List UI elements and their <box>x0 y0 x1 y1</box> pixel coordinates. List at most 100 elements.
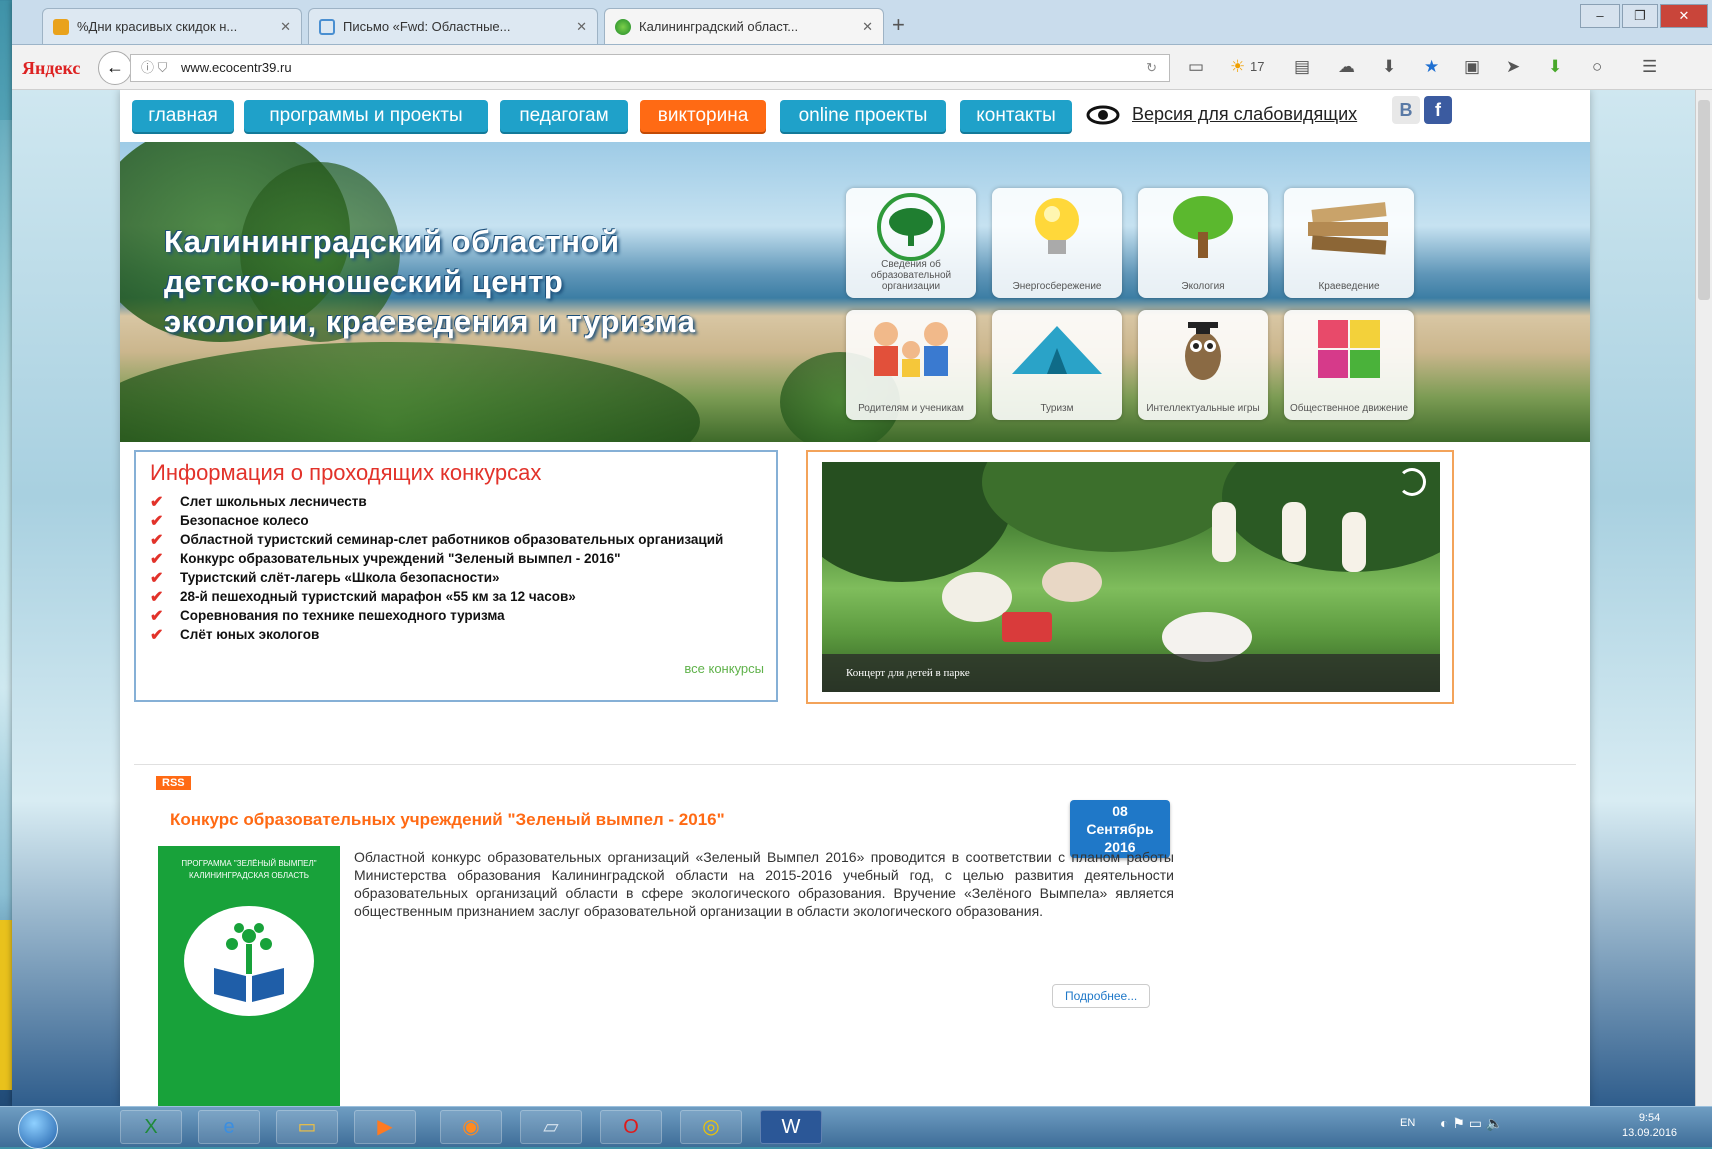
tile-caption: Общественное движение <box>1289 403 1409 414</box>
browser-tab-1[interactable]: %Дни красивых скидок н... ✕ <box>42 8 302 44</box>
start-button-icon[interactable] <box>18 1109 58 1149</box>
news-image[interactable]: ПРОГРАММА "ЗЕЛЁНЫЙ ВЫМПЕЛ" КАЛИНИНГРАДСК… <box>158 846 340 1106</box>
file-explorer-icon[interactable]: ▭ <box>276 1110 338 1144</box>
excel-icon[interactable]: X <box>120 1110 182 1144</box>
scrollbar-thumb[interactable] <box>1698 100 1710 300</box>
new-tab-icon[interactable]: + <box>892 12 905 38</box>
check-icon: ✔ <box>150 551 164 568</box>
tab-favicon-icon <box>319 18 335 35</box>
menu-quiz[interactable]: викторина <box>640 100 766 132</box>
lightbulb-icon <box>1035 198 1079 254</box>
menu-home[interactable]: главная <box>132 100 234 132</box>
site-menu: главная программы и проекты педагогам ви… <box>120 90 1590 142</box>
back-arrow-icon[interactable]: ← <box>98 51 132 85</box>
browser-tab-2[interactable]: Письмо «Fwd: Областные... ✕ <box>308 8 598 44</box>
scrollbar[interactable] <box>1695 90 1712 1106</box>
chat-icon[interactable]: ○ <box>1592 57 1602 77</box>
sun-weather-icon[interactable]: ☀ <box>1230 57 1245 77</box>
contest-item[interactable]: ✔ 28-й пешеходный туристский марафон «55 … <box>150 587 760 606</box>
banner-title-line: детско-юношеский центр <box>164 264 564 299</box>
download-icon[interactable]: ⬇ <box>1382 57 1396 77</box>
contest-title: Областной туристский семинар-слет работн… <box>180 532 724 547</box>
cloud-icon[interactable]: ☁ <box>1338 57 1355 77</box>
date-month: Сентябрь <box>1086 821 1154 837</box>
contest-item[interactable]: ✔ Туристский слёт-лагерь «Школа безопасно… <box>150 568 760 587</box>
green-pennant-logo-icon <box>184 906 314 1016</box>
notes-icon[interactable]: ▱ <box>520 1110 582 1144</box>
tile-parents-students[interactable]: Родителям и ученикам <box>846 310 976 420</box>
eye-icon[interactable] <box>1086 104 1120 126</box>
reader-icon[interactable]: ▤ <box>1294 57 1310 77</box>
contest-item[interactable]: ✔ Слёт юных экологов <box>150 625 760 644</box>
media-player-icon[interactable]: ▶ <box>354 1110 416 1144</box>
tab-favicon-icon <box>53 18 69 35</box>
maximize-button[interactable]: ❐ <box>1622 4 1658 28</box>
all-contests-link[interactable]: все конкурсы <box>684 661 764 676</box>
accessibility-link[interactable]: Версия для слабовидящих <box>1132 104 1357 125</box>
photo-slider: Концерт для детей в парке <box>806 450 1454 704</box>
date-day: 08 <box>1112 803 1128 819</box>
contest-item[interactable]: ✔ Безопасное колесо <box>150 511 760 530</box>
address-bar[interactable]: ⓘ ⛉ www.ecocentr39.ru ↻ <box>130 54 1170 82</box>
firefox-icon[interactable]: ◉ <box>440 1110 502 1144</box>
language-indicator[interactable]: EN <box>1400 1117 1415 1129</box>
check-icon: ✔ <box>150 608 164 625</box>
tile-public-movement[interactable]: Общественное движение <box>1284 310 1414 420</box>
screenshot-icon[interactable]: ▭ <box>1188 57 1204 77</box>
slider-photo[interactable]: Концерт для детей в парке <box>822 462 1440 692</box>
opera-icon[interactable]: O <box>600 1110 662 1144</box>
tile-tourism[interactable]: Туризм <box>992 310 1122 420</box>
tile-intellectual-games[interactable]: Интеллектуальные игры <box>1138 310 1268 420</box>
check-icon: ✔ <box>150 494 164 511</box>
books-icon <box>1308 202 1388 255</box>
menu-contacts[interactable]: контакты <box>960 100 1072 132</box>
bookmark-star-icon[interactable]: ★ <box>1424 57 1439 77</box>
facebook-icon[interactable]: f <box>1424 96 1452 124</box>
rss-badge[interactable]: RSS <box>156 776 191 790</box>
reload-icon[interactable]: ↻ <box>1146 55 1157 81</box>
clipboard-icon[interactable]: ▣ <box>1464 57 1480 77</box>
internet-explorer-icon[interactable]: e <box>198 1110 260 1144</box>
menu-teachers[interactable]: педагогам <box>500 100 628 132</box>
tile-organization-info[interactable]: Сведения об образовательной организации <box>846 188 976 298</box>
tile-energy-saving[interactable]: Энергосбережение <box>992 188 1122 298</box>
info-icon[interactable]: ⓘ ⛉ <box>141 60 167 75</box>
windows-taskbar: X e ▭ ▶ ◉ ▱ O ◎ W EN ◐ ⚑ ▭ 🔈 9:54 13.09.… <box>0 1106 1712 1149</box>
tile-caption: Сведения об образовательной организации <box>870 259 952 292</box>
banner-title-line: Калининградский областной <box>164 224 620 259</box>
send-icon[interactable]: ➤ <box>1506 57 1520 77</box>
contest-item[interactable]: ✔ Соревнования по технике пешеходного тур… <box>150 606 760 625</box>
contest-item[interactable]: ✔ Областной туристский семинар-слет работ… <box>150 530 760 549</box>
tile-ecology[interactable]: Экология <box>1138 188 1268 298</box>
close-window-button[interactable]: ✕ <box>1660 4 1708 28</box>
tile-caption: Туризм <box>1040 403 1074 414</box>
contest-title: 28-й пешеходный туристский марафон «55 к… <box>180 589 576 604</box>
menu-icon[interactable]: ☰ <box>1642 57 1657 77</box>
tab-favicon-icon <box>615 18 631 35</box>
news-title[interactable]: Конкурс образовательных учреждений "Зеле… <box>170 810 725 830</box>
tab-close-icon[interactable]: ✕ <box>576 19 587 35</box>
puzzle-icon <box>1318 320 1380 378</box>
yandex-logo[interactable]: Яндекс <box>22 58 80 79</box>
news-image-text: ПРОГРАММА "ЗЕЛЁНЫЙ ВЫМПЕЛ" КАЛИНИНГРАДСК… <box>181 859 317 880</box>
tab-close-icon[interactable]: ✕ <box>862 19 873 35</box>
tile-local-history[interactable]: Краеведение <box>1284 188 1414 298</box>
tab-label: Письмо «Fwd: Областные... <box>343 19 511 34</box>
contest-title: Туристский слёт-лагерь «Школа безопаснос… <box>180 570 500 585</box>
chrome-icon[interactable]: ◎ <box>680 1110 742 1144</box>
vk-icon[interactable]: В <box>1392 96 1420 124</box>
menu-programs[interactable]: программы и проекты <box>244 100 488 132</box>
green-arrow-icon[interactable]: ⬇ <box>1548 57 1562 77</box>
browser-tab-3[interactable]: Калининградский област... ✕ <box>604 8 884 44</box>
read-more-button[interactable]: Подробнее... <box>1052 984 1151 1008</box>
tree-logo-icon <box>877 193 945 261</box>
system-clock[interactable]: 9:54 13.09.2016 <box>1622 1111 1677 1141</box>
contest-item[interactable]: ✔ Конкурс образовательных учреждений "Зел… <box>150 549 760 568</box>
tree-icon <box>1173 196 1233 258</box>
tray-icons[interactable]: ◐ ⚑ ▭ 🔈 <box>1440 1115 1503 1132</box>
contest-item[interactable]: ✔ Слет школьных лесничеств <box>150 492 760 511</box>
tab-close-icon[interactable]: ✕ <box>280 19 291 35</box>
word-icon[interactable]: W <box>760 1110 822 1144</box>
menu-online[interactable]: online проекты <box>780 100 946 132</box>
minimize-button[interactable]: – <box>1580 4 1620 28</box>
